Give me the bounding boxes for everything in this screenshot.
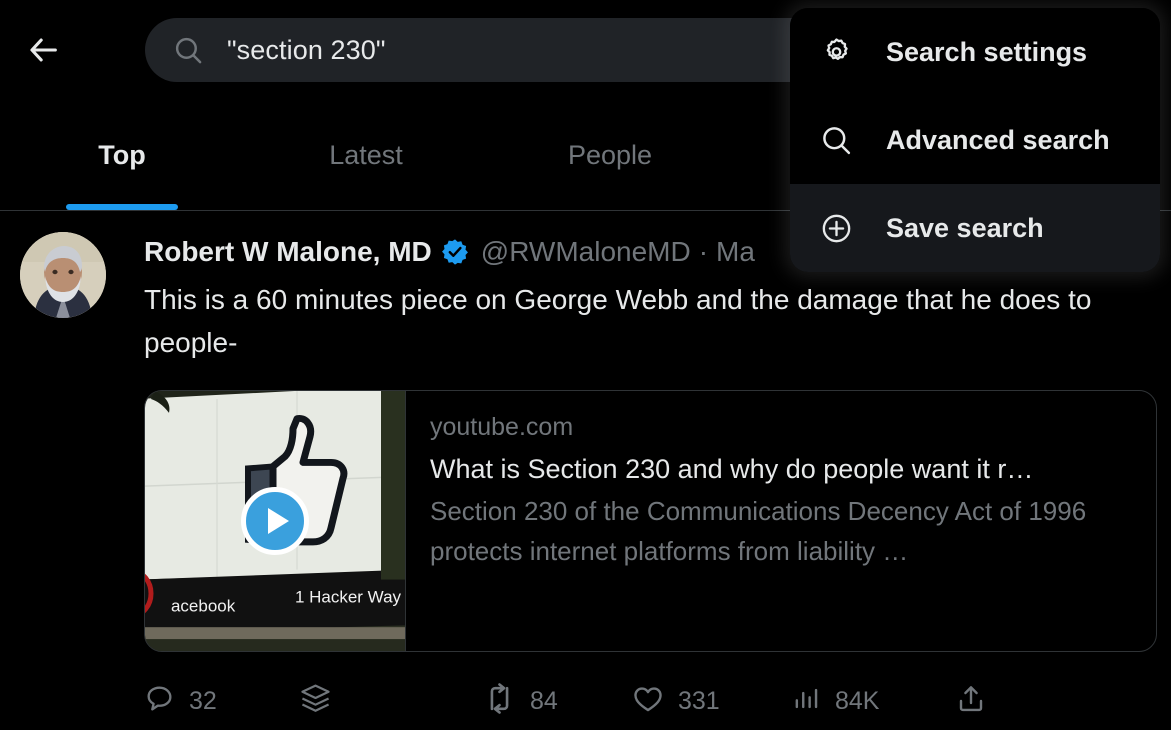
card-title: What is Section 230 and why do people wa… <box>430 454 1034 484</box>
menu-item-label: Advanced search <box>886 124 1110 155</box>
retweet-icon <box>483 682 516 720</box>
reply-icon <box>144 683 175 719</box>
arrow-left-icon <box>27 33 61 67</box>
tab-label: Top <box>98 140 146 170</box>
search-icon <box>171 33 205 67</box>
like-count: 331 <box>678 686 720 715</box>
card-domain: youtube.com <box>430 413 574 441</box>
card-description: Section 230 of the Communications Decenc… <box>430 496 1087 566</box>
svg-text:acebook: acebook <box>171 596 236 615</box>
views-button[interactable]: 84K <box>792 678 879 724</box>
back-button[interactable] <box>16 22 72 78</box>
retweet-button[interactable]: 84 <box>483 678 558 724</box>
tweet-timestamp: Ma <box>716 236 755 267</box>
menu-item-search-settings[interactable]: Search settings <box>790 8 1160 96</box>
tweet-action-bar: 32 84 331 84K <box>0 672 1171 730</box>
heart-icon <box>632 683 664 720</box>
grok-layers-button[interactable] <box>299 678 332 724</box>
search-icon <box>816 120 856 160</box>
menu-item-advanced-search[interactable]: Advanced search <box>790 96 1160 184</box>
avatar[interactable] <box>20 232 106 318</box>
card-thumbnail[interactable]: acebook 1 Hacker Way <box>145 391 406 651</box>
layers-icon <box>299 682 332 720</box>
active-tab-indicator <box>66 204 178 210</box>
views-bar-chart-icon <box>792 684 821 718</box>
link-preview-card[interactable]: acebook 1 Hacker Way youtube.com What is… <box>144 390 1157 652</box>
gear-icon <box>816 32 856 72</box>
separator-dot: · <box>698 236 709 267</box>
plus-circle-icon <box>816 208 856 248</box>
share-upload-icon <box>955 683 987 720</box>
reply-button[interactable]: 32 <box>144 678 217 724</box>
display-name[interactable]: Robert W Malone, MD <box>144 236 432 268</box>
menu-item-label: Save search <box>886 212 1044 243</box>
svg-text:1 Hacker Way: 1 Hacker Way <box>295 587 402 606</box>
menu-item-label: Search settings <box>886 36 1088 67</box>
reply-count: 32 <box>189 686 217 715</box>
share-button[interactable] <box>955 678 987 724</box>
tab-label: Latest <box>329 140 403 170</box>
play-button-icon[interactable] <box>241 487 309 555</box>
twitter-search-screen: "section 230" Top Latest People Photos V… <box>0 0 1171 730</box>
views-count: 84K <box>835 686 880 715</box>
search-options-menu: Search settings Advanced search Save sea… <box>790 8 1160 272</box>
tweet-item[interactable]: Robert W Malone, MD @RWMaloneMD · Ma Thi… <box>0 212 1171 652</box>
like-button[interactable]: 331 <box>632 678 720 724</box>
search-query-text: "section 230" <box>227 34 386 65</box>
tweet-text: This is a 60 minutes piece on George Web… <box>144 284 1092 358</box>
tab-label: People <box>567 140 653 170</box>
retweet-count: 84 <box>530 686 558 715</box>
verified-badge-icon <box>441 238 469 266</box>
tab-people[interactable]: People <box>488 110 732 210</box>
user-handle: @RWMaloneMD <box>480 236 691 267</box>
menu-item-save-search[interactable]: Save search <box>790 184 1160 272</box>
tab-latest[interactable]: Latest <box>244 110 488 210</box>
tab-top[interactable]: Top <box>0 110 244 210</box>
